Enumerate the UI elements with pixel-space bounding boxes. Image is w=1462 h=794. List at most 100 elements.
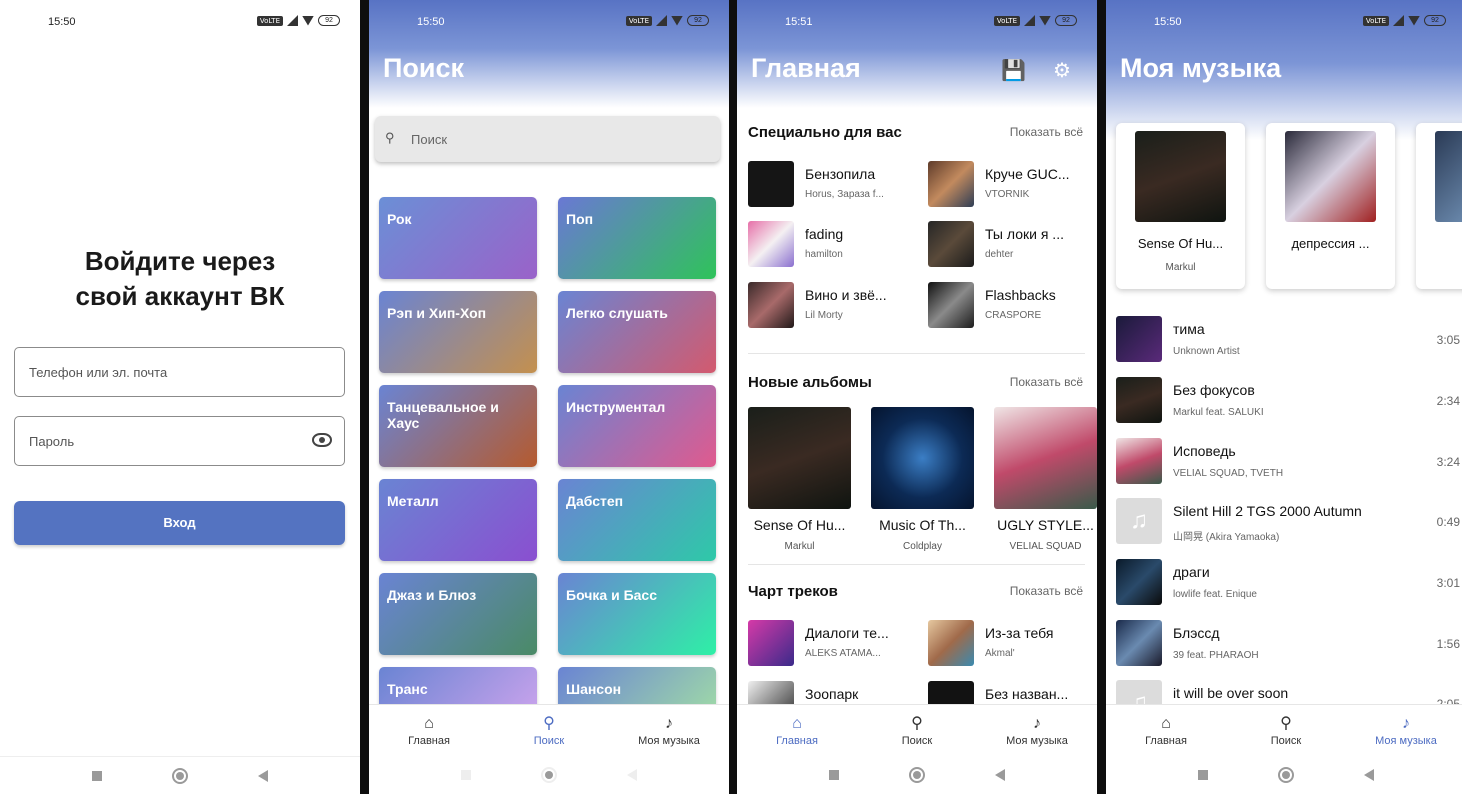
track-tile[interactable]: Бензопила Horus, Зараза f... (748, 161, 884, 207)
album-card[interactable]: Music Of Th... Coldplay (871, 407, 974, 552)
battery-icon: 92 (687, 15, 709, 26)
show-all-special[interactable]: Показать всё (1010, 125, 1083, 139)
divider (748, 564, 1085, 565)
track-tile[interactable]: fading hamilton (748, 221, 843, 267)
genre-card[interactable]: Танцевальное и Хаус (379, 385, 537, 467)
save-icon[interactable]: 💾 (1001, 58, 1026, 83)
volte-icon: VoLTE (993, 15, 1020, 26)
track-row[interactable]: ♫ Silent Hill 2 TGS 2000 Autumn 山岡晃 (Aki… (1116, 498, 1462, 545)
track-duration: 1:56 (1436, 637, 1460, 651)
track-tile[interactable]: Flashbacks CRASPORE (928, 282, 1056, 328)
track-cover (1116, 559, 1162, 605)
genre-card[interactable]: Джаз и Блюз (379, 573, 537, 655)
nav-search[interactable]: ⚲ Поиск (1226, 705, 1346, 756)
track-tile[interactable]: Из-за тебя Akmal' (928, 620, 1053, 666)
nav-home[interactable]: ⌂ Главная (1106, 705, 1226, 756)
genre-card[interactable]: Легко слушать (558, 291, 716, 373)
album-card[interactable]: UGLY STYLE... VELIAL SQUAD (994, 407, 1097, 552)
track-cover (928, 221, 974, 267)
playlist-card[interactable]: HO 20 (1416, 123, 1462, 289)
track-duration: 0:49 (1436, 515, 1460, 529)
status-bar: 15:50 VoLTE 92 (0, 0, 360, 44)
system-nav-bar (1106, 756, 1462, 794)
track-cover (748, 282, 794, 328)
page-title: Главная (751, 53, 861, 83)
genre-card[interactable]: Металл (379, 479, 537, 561)
back-icon[interactable] (258, 769, 268, 782)
signal-icon (1393, 15, 1404, 26)
playlist-card[interactable]: депрессия ... (1266, 123, 1395, 289)
nav-my-music[interactable]: ♪ Моя музыка (977, 705, 1097, 756)
signal-icon (1024, 15, 1035, 26)
my-music-screen: 15:50 VoLTE 92 Моя музыка Sense Of Hu...… (1106, 0, 1462, 794)
track-cover (1116, 620, 1162, 666)
home-circle-icon[interactable] (541, 767, 557, 783)
track-tile[interactable]: Вино и звё... Lil Morty (748, 282, 887, 328)
system-nav-bar (369, 756, 729, 794)
music-note-icon: ♪ (1402, 715, 1410, 732)
search-input[interactable]: ⚲ Поиск (375, 116, 720, 162)
back-icon[interactable] (995, 769, 1005, 781)
recent-apps-icon[interactable] (829, 770, 839, 780)
back-icon[interactable] (627, 769, 637, 781)
track-row[interactable]: Без фокусов Markul feat. SALUKI 2:34 (1116, 377, 1462, 424)
login-title: Войдите через свой аккаунт ВК (75, 246, 285, 311)
status-time: 15:51 (785, 16, 813, 28)
login-button[interactable]: Вход (14, 501, 345, 545)
signal-icon (287, 15, 298, 26)
album-card[interactable]: Sense Of Hu... Markul (748, 407, 851, 552)
track-cover (928, 282, 974, 328)
back-icon[interactable] (1364, 769, 1374, 781)
gear-icon[interactable]: ⚙ (1053, 58, 1071, 83)
show-all-albums[interactable]: Показать всё (1010, 375, 1083, 389)
home-icon: ⌂ (1161, 715, 1171, 732)
status-time: 15:50 (1154, 16, 1182, 28)
genre-card[interactable]: Рэп и Хип-Хоп (379, 291, 537, 373)
status-bar: 15:51 VoLTE 92 (737, 0, 1097, 44)
playlist-card[interactable]: Sense Of Hu... Markul (1116, 123, 1245, 289)
home-circle-icon[interactable] (172, 767, 188, 784)
recent-apps-icon[interactable] (1198, 770, 1208, 780)
section-title-special: Специально для вас (748, 124, 902, 141)
nav-home[interactable]: ⌂ Главная (369, 705, 489, 756)
genre-card[interactable]: Рок (379, 197, 537, 279)
search-screen: 15:50 VoLTE 92 Поиск ⚲ Поиск Рок Поп Рэп… (369, 0, 729, 794)
page-title: Моя музыка (1120, 53, 1282, 83)
nav-home[interactable]: ⌂ Главная (737, 705, 857, 756)
phone-email-field[interactable]: Телефон или эл. почта (14, 347, 345, 397)
genre-card[interactable]: Инструментал (558, 385, 716, 467)
home-circle-icon[interactable] (909, 767, 925, 783)
nav-my-music[interactable]: ♪ Моя музыка (609, 705, 729, 756)
recent-apps-icon[interactable] (461, 770, 471, 780)
show-all-chart[interactable]: Показать всё (1010, 584, 1083, 598)
volte-icon: VoLTE (625, 15, 652, 26)
battery-icon: 92 (1055, 15, 1077, 26)
search-icon: ⚲ (1280, 715, 1292, 732)
track-tile[interactable]: Ты локи я ... dehter (928, 221, 1064, 267)
track-tile[interactable]: Круче GUC... VTORNIK (928, 161, 1070, 207)
home-icon: ⌂ (792, 715, 802, 732)
track-row[interactable]: Блэсcд 39 feat. PHARAOH 1:56 (1116, 620, 1462, 667)
genre-card[interactable]: Бочка и Басс (558, 573, 716, 655)
recent-apps-icon[interactable] (92, 770, 102, 781)
track-row[interactable]: тима Unknown Artist 3:05 (1116, 316, 1462, 363)
track-row[interactable]: драги lowlife feat. Enique 3:01 (1116, 559, 1462, 606)
track-row[interactable]: Исповедь VELIAL SQUAD, TVETH 3:24 (1116, 438, 1462, 485)
password-field[interactable]: Пароль (14, 416, 345, 466)
system-nav-bar (0, 756, 360, 794)
nav-my-music[interactable]: ♪ Моя музыка (1346, 705, 1462, 756)
nav-search[interactable]: ⚲ Поиск (857, 705, 977, 756)
album-cover (994, 407, 1097, 509)
password-placeholder: Пароль (29, 434, 75, 449)
nav-search[interactable]: ⚲ Поиск (489, 705, 609, 756)
track-tile[interactable]: Диалоги те... ALEKS ATAMA... (748, 620, 889, 666)
track-cover (1116, 377, 1162, 423)
track-duration: 2:34 (1436, 394, 1460, 408)
status-bar: 15:50 VoLTE 92 (1106, 0, 1462, 44)
home-circle-icon[interactable] (1278, 767, 1294, 783)
album-cover (748, 407, 851, 509)
eye-icon[interactable] (312, 433, 332, 447)
genre-card[interactable]: Дабстеп (558, 479, 716, 561)
genre-card[interactable]: Поп (558, 197, 716, 279)
track-cover (748, 161, 794, 207)
